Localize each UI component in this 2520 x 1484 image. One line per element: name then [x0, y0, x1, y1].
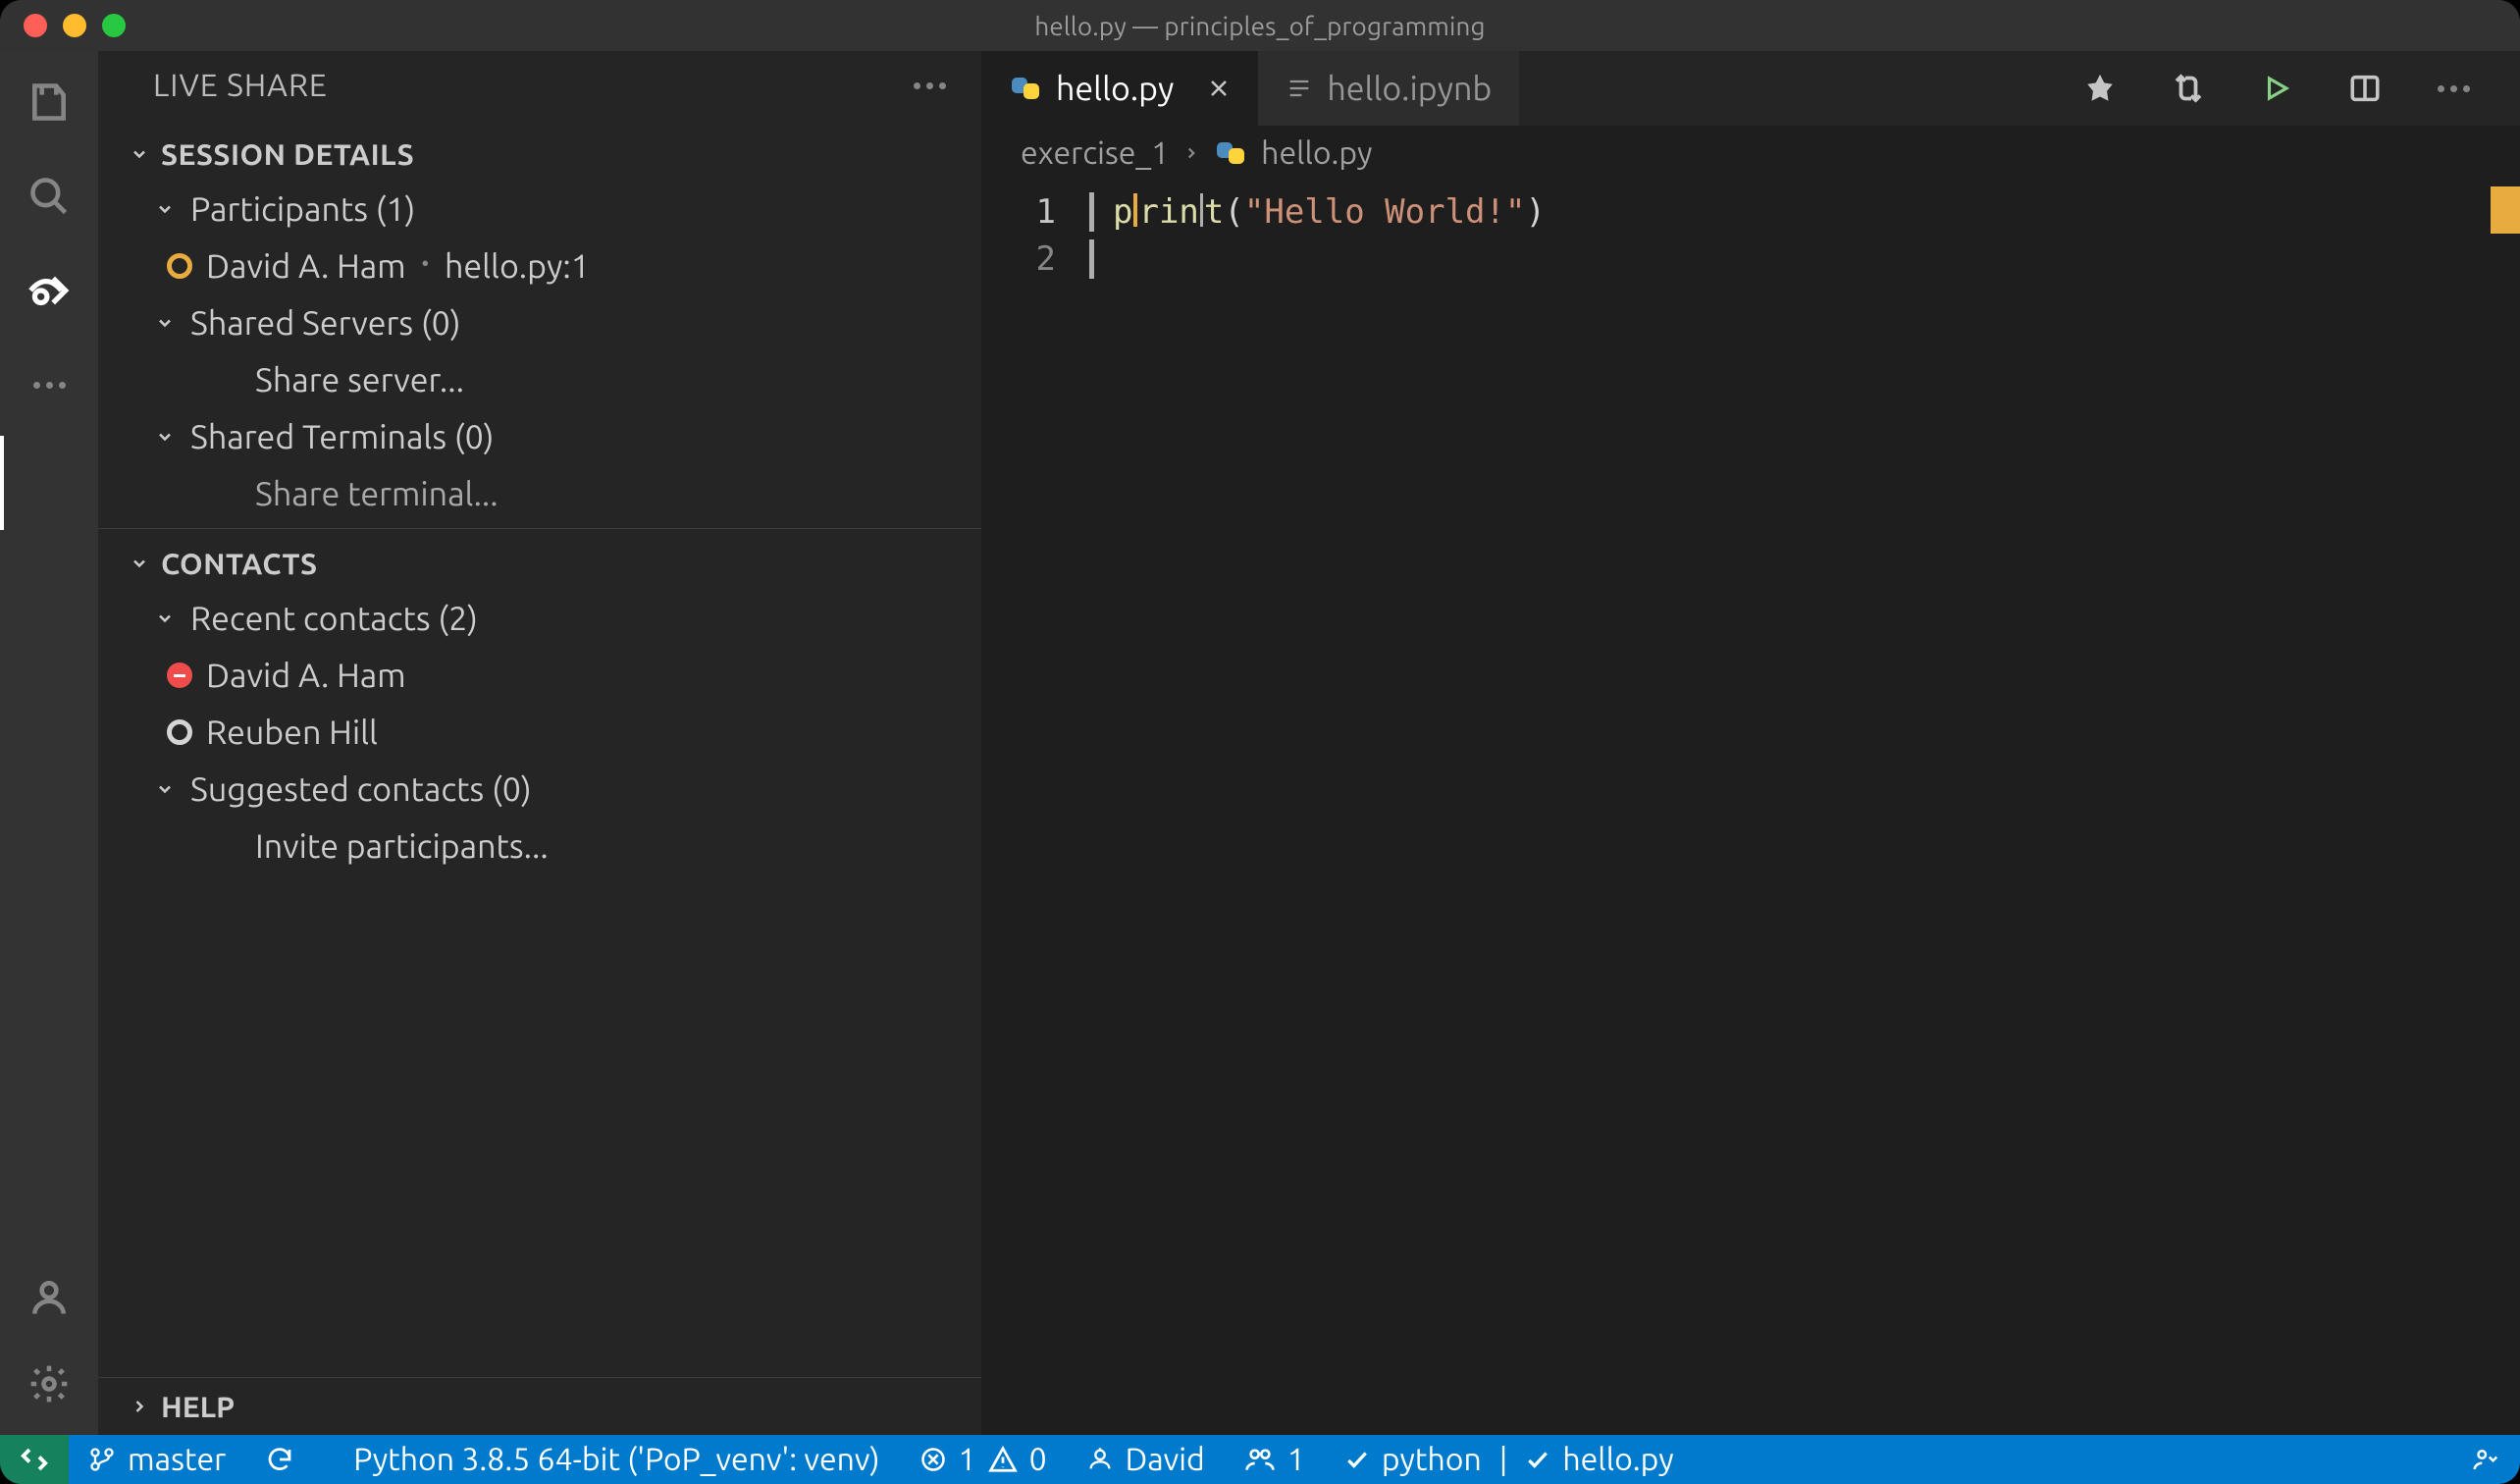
compare-icon[interactable] [2169, 69, 2208, 108]
liveshare-icon[interactable] [26, 267, 73, 314]
settings-gear-icon[interactable] [26, 1360, 73, 1407]
titlebar: hello.py — principles_of_programming [0, 0, 2520, 51]
accounts-icon[interactable] [26, 1274, 73, 1321]
minimize-window-button[interactable] [63, 14, 86, 37]
line-indicator [1089, 181, 1097, 1435]
vscode-window: hello.py — principles_of_programming [0, 0, 2520, 1484]
gutter: 1 2 [981, 181, 1089, 1435]
session-details-section: SESSION DETAILS Participants (1) David A… [98, 120, 981, 522]
sync-button[interactable] [245, 1435, 314, 1484]
contact-item[interactable]: David A. Ham [98, 647, 981, 704]
invite-participants-action[interactable]: Invite participants... [98, 818, 981, 874]
python-file-icon [1214, 145, 1247, 161]
notebook-icon [1286, 75, 1313, 102]
close-window-button[interactable] [24, 14, 47, 37]
participant-item[interactable]: David A. Ham · hello.py:1 [98, 238, 981, 294]
liveshare-user[interactable]: David [1067, 1435, 1225, 1484]
participant-status-icon [167, 253, 192, 279]
editor-actions [2080, 51, 2500, 126]
shared-servers-group[interactable]: Shared Servers (0) [98, 294, 981, 351]
offline-status-icon [167, 719, 192, 745]
editor-more-icon[interactable] [2434, 69, 2473, 108]
contact-item[interactable]: Reuben Hill [98, 704, 981, 761]
zoom-window-button[interactable] [102, 14, 126, 37]
tab-hello-py[interactable]: hello.py [981, 51, 1258, 126]
tab-hello-ipynb[interactable]: hello.ipynb [1258, 51, 1519, 126]
session-details-header[interactable]: SESSION DETAILS [98, 128, 981, 181]
liveshare-participants[interactable]: 1 [1225, 1435, 1325, 1484]
check-python[interactable]: python | hello.py [1325, 1435, 1694, 1484]
code-content[interactable]: print("Hello World!") [1113, 181, 1546, 1435]
contacts-header[interactable]: CONTACTS [98, 537, 981, 590]
activity-active-indicator [0, 436, 4, 530]
sidebar-title: LIVE SHARE [153, 68, 328, 103]
python-interpreter[interactable]: Python 3.8.5 64-bit ('PoP_venv': venv) [334, 1435, 899, 1484]
collab-cursor-icon [1133, 193, 1137, 227]
editor-group: hello.py hello.ipynb [981, 51, 2520, 1435]
problems-indicator[interactable]: 1 0 [900, 1435, 1067, 1484]
python-file-icon [1009, 80, 1042, 96]
share-server-action[interactable]: Share server... [98, 351, 981, 408]
recent-contacts-group[interactable]: Recent contacts (2) [98, 590, 981, 647]
feedback-icon[interactable] [2451, 1435, 2520, 1484]
tab-bar: hello.py hello.ipynb [981, 51, 2520, 126]
suggested-contacts-group[interactable]: Suggested contacts (0) [98, 761, 981, 818]
share-terminal-action[interactable]: Share terminal... [98, 465, 981, 522]
participants-group[interactable]: Participants (1) [98, 181, 981, 238]
more-icon[interactable] [26, 361, 73, 408]
minimap[interactable] [2491, 181, 2520, 1435]
editor-caret-icon [1200, 193, 1203, 227]
split-editor-icon[interactable] [2345, 69, 2385, 108]
sidebar-panel: LIVE SHARE SESSION DETAILS Participants … [98, 51, 981, 1435]
contacts-section: CONTACTS Recent contacts (2) David A. Ha… [98, 529, 981, 874]
shared-terminals-group[interactable]: Shared Terminals (0) [98, 408, 981, 465]
sidebar-header: LIVE SHARE [98, 51, 981, 120]
branch-indicator[interactable]: master [69, 1435, 245, 1484]
traffic-lights [24, 14, 126, 37]
breadcrumb[interactable]: exercise_1 hello.py [981, 126, 2520, 181]
status-bar: master Python 3.8.5 64-bit ('PoP_venv': … [0, 1435, 2520, 1484]
window-title: hello.py — principles_of_programming [1034, 12, 1485, 40]
sidebar-more-icon[interactable] [914, 82, 946, 89]
search-icon[interactable] [26, 173, 73, 220]
pin-icon[interactable] [2080, 69, 2120, 108]
dnd-status-icon [167, 662, 192, 688]
run-icon[interactable] [2257, 69, 2296, 108]
help-section-header[interactable]: HELP [98, 1377, 981, 1435]
participant-location: hello.py:1 [445, 247, 590, 285]
editor-surface[interactable]: 1 2 print("Hello World!") [981, 181, 2520, 1435]
remote-indicator[interactable] [0, 1435, 69, 1484]
activity-bar [0, 51, 98, 1435]
close-tab-icon[interactable] [1207, 70, 1231, 107]
explorer-icon[interactable] [26, 79, 73, 126]
